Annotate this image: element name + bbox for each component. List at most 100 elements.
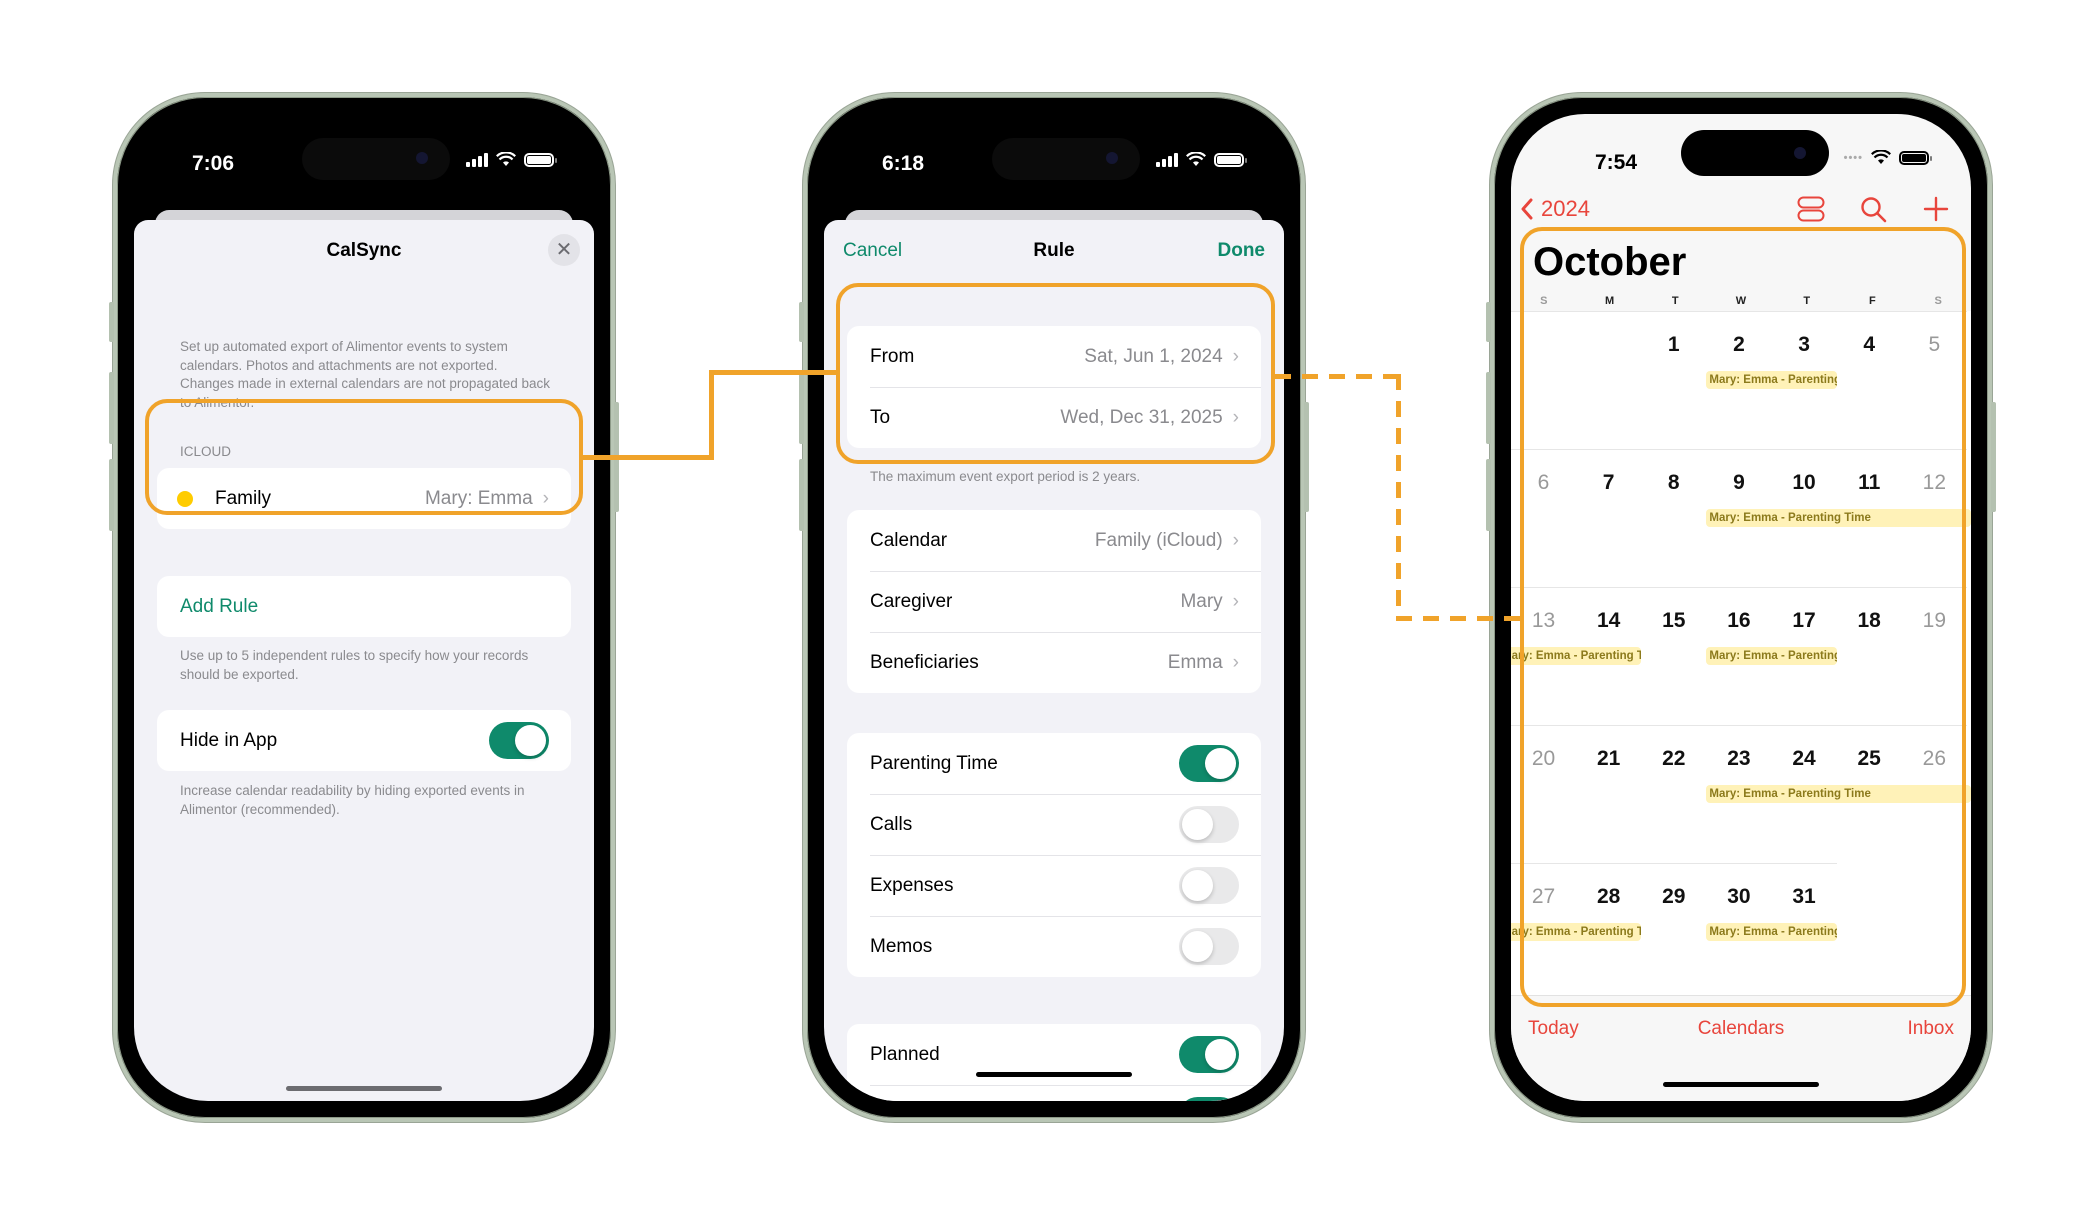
battery-icon bbox=[1899, 150, 1932, 165]
chevron-right-icon: › bbox=[1232, 345, 1239, 367]
beneficiaries-value: Emma bbox=[1167, 651, 1223, 673]
calendar-event[interactable]: Mary: Emma - Parenting Time bbox=[1706, 371, 1837, 389]
day-cell[interactable]: 20 bbox=[1511, 747, 1576, 771]
day-cell[interactable]: 30 bbox=[1706, 885, 1771, 909]
dashed-connector bbox=[1396, 616, 1522, 621]
calendar-event[interactable]: Mary: Emma - Parenting Time bbox=[1511, 923, 1642, 941]
day-cell[interactable]: 21 bbox=[1576, 747, 1641, 771]
planned-toggle[interactable] bbox=[1179, 1036, 1239, 1073]
search-icon[interactable] bbox=[1860, 196, 1888, 224]
day-cell[interactable]: 9 bbox=[1706, 471, 1771, 495]
calendar-event[interactable]: Mary: Emma - Parenting Time bbox=[1706, 923, 1837, 941]
volume-down-button bbox=[109, 459, 114, 531]
rule-sheet: Cancel Rule Done From Sat, Jun 1, 2024 ›… bbox=[824, 220, 1284, 1101]
caregiver-value: Mary bbox=[1180, 590, 1223, 612]
screen: 7:54 •••• 2024 October SMTWTFS 1 2 3 4 5… bbox=[1511, 114, 1971, 1101]
day-cell[interactable]: 25 bbox=[1837, 747, 1902, 771]
from-label: From bbox=[870, 345, 915, 367]
day-cell[interactable]: 19 bbox=[1902, 609, 1967, 633]
add-rule-button[interactable]: Add Rule bbox=[157, 576, 571, 637]
calendar-event[interactable]: Mary: Emma - Parenting Time bbox=[1511, 647, 1642, 665]
day-cell[interactable]: 27 bbox=[1511, 885, 1576, 909]
day-cell[interactable]: 23 bbox=[1706, 747, 1771, 771]
add-rule-note: Use up to 5 independent rules to specify… bbox=[180, 648, 529, 682]
day-cell[interactable]: 2 bbox=[1706, 333, 1771, 357]
caregiver-row[interactable]: Caregiver Mary › bbox=[847, 571, 1261, 632]
actual-toggle[interactable] bbox=[1179, 1097, 1239, 1101]
day-cell[interactable]: 16 bbox=[1706, 609, 1771, 633]
calls-toggle[interactable] bbox=[1179, 806, 1239, 843]
hide-in-app-label: Hide in App bbox=[180, 729, 278, 751]
day-cell[interactable]: 28 bbox=[1576, 885, 1641, 909]
view-toggle-icon[interactable] bbox=[1797, 196, 1825, 222]
connector-line bbox=[709, 370, 839, 375]
memos-row: Memos bbox=[847, 916, 1261, 977]
day-cell[interactable]: 7 bbox=[1576, 471, 1641, 495]
to-date-row[interactable]: To Wed, Dec 31, 2025 › bbox=[847, 387, 1261, 448]
wifi-icon bbox=[1871, 150, 1891, 164]
date-range-note: The maximum event export period is 2 yea… bbox=[870, 469, 1141, 484]
wifi-icon bbox=[496, 152, 516, 166]
week-divider bbox=[1511, 725, 1967, 726]
day-cell[interactable]: 29 bbox=[1641, 885, 1706, 909]
expenses-toggle[interactable] bbox=[1179, 867, 1239, 904]
calendar-label: Calendar bbox=[870, 529, 948, 551]
calendar-event[interactable]: Mary: Emma - Parenting Time bbox=[1706, 785, 1971, 803]
day-cell[interactable]: 6 bbox=[1511, 471, 1576, 495]
calendar-row[interactable]: Calendar Family (iCloud) › bbox=[847, 510, 1261, 571]
day-cell[interactable]: 1 bbox=[1641, 333, 1706, 357]
calendar-event[interactable]: Mary: Emma - Parenting Time bbox=[1706, 509, 1971, 527]
memos-toggle[interactable] bbox=[1179, 928, 1239, 965]
action-button bbox=[1486, 302, 1491, 342]
day-cell[interactable]: 14 bbox=[1576, 609, 1641, 633]
calsync-sheet: CalSync ✕ Set up automated export of Ali… bbox=[134, 220, 594, 1101]
week-row: 2728293031 Mary: Emma - Parenting Time Mar… bbox=[1511, 863, 1971, 1001]
day-cell[interactable]: 18 bbox=[1837, 609, 1902, 633]
day-cell[interactable]: 8 bbox=[1641, 471, 1706, 495]
parenting-time-label: Parenting Time bbox=[870, 752, 998, 774]
tab-inbox[interactable]: Inbox bbox=[1908, 1018, 1954, 1040]
back-to-year-button[interactable]: 2024 bbox=[1521, 196, 1590, 222]
day-cell[interactable]: 5 bbox=[1902, 333, 1967, 357]
beneficiaries-row[interactable]: Beneficiaries Emma › bbox=[847, 632, 1261, 693]
day-cell[interactable]: 3 bbox=[1772, 333, 1837, 357]
day-cell[interactable]: 24 bbox=[1772, 747, 1837, 771]
day-cell[interactable]: 4 bbox=[1837, 333, 1902, 357]
day-cell[interactable]: 31 bbox=[1772, 885, 1837, 909]
dashed-connector bbox=[1275, 374, 1401, 379]
signal-icon bbox=[466, 152, 488, 167]
sheet-title: Rule bbox=[1033, 240, 1075, 261]
home-indicator bbox=[286, 1086, 442, 1091]
chevron-left-icon bbox=[1521, 198, 1533, 220]
day-cell[interactable]: 26 bbox=[1902, 747, 1967, 771]
calendar-toolbar: 2024 bbox=[1511, 190, 1971, 230]
actual-row: Actual bbox=[847, 1085, 1261, 1101]
from-date-row[interactable]: From Sat, Jun 1, 2024 › bbox=[847, 326, 1261, 387]
tab-today[interactable]: Today bbox=[1528, 1018, 1579, 1040]
month-grid: 12345Mary: Emma - Parenting Time67891011… bbox=[1511, 311, 1971, 1003]
day-cell[interactable]: 15 bbox=[1641, 609, 1706, 633]
done-button[interactable]: Done bbox=[1218, 240, 1266, 262]
dynamic-island bbox=[1681, 130, 1829, 176]
day-cell[interactable]: 11 bbox=[1837, 471, 1902, 495]
day-cell[interactable]: 10 bbox=[1772, 471, 1837, 495]
day-cell[interactable]: 13 bbox=[1511, 609, 1576, 633]
camera-icon bbox=[1106, 152, 1118, 164]
calendar-name: Family bbox=[215, 487, 271, 509]
hide-in-app-toggle[interactable] bbox=[489, 722, 549, 759]
close-button[interactable]: ✕ bbox=[548, 234, 580, 266]
day-cell[interactable]: 22 bbox=[1641, 747, 1706, 771]
day-cell[interactable]: 17 bbox=[1772, 609, 1837, 633]
tab-calendars[interactable]: Calendars bbox=[1698, 1018, 1785, 1040]
week-divider bbox=[1511, 863, 1837, 864]
day-cell[interactable]: 12 bbox=[1902, 471, 1967, 495]
expenses-label: Expenses bbox=[870, 874, 954, 896]
status-bar: 7:54 •••• bbox=[1511, 114, 1971, 186]
calendar-event[interactable]: Mary: Emma - Parenting Time bbox=[1706, 647, 1837, 665]
details-group: Calendar Family (iCloud) › Caregiver Mar… bbox=[847, 510, 1261, 693]
add-event-icon[interactable] bbox=[1923, 196, 1949, 222]
calendar-row-family[interactable]: Family Mary: Emma › bbox=[157, 468, 571, 529]
section-header-icloud: ICLOUD bbox=[180, 444, 232, 459]
parenting-time-toggle[interactable] bbox=[1179, 745, 1239, 782]
home-indicator bbox=[1663, 1082, 1819, 1087]
